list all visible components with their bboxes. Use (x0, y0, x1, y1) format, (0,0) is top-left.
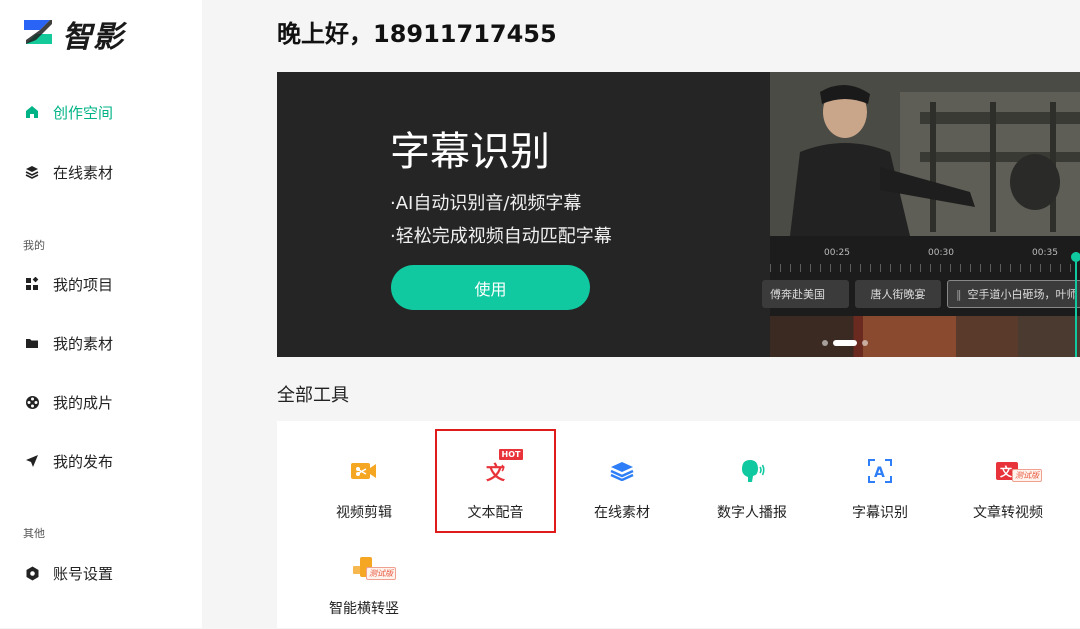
subtitle-clip-selected[interactable]: ‖ 空手道小白砸场，叶师 (947, 280, 1080, 308)
sidebar-item-label: 在线素材 (53, 163, 114, 182)
sidebar-item-label: 我的素材 (53, 334, 114, 353)
app-name: 智影 (62, 20, 124, 55)
tool-label: 视频剪辑 (336, 505, 392, 521)
section-label-other: 其他 (23, 527, 45, 540)
layers-icon (24, 164, 40, 180)
home-icon (24, 104, 40, 120)
folder-icon (24, 335, 40, 351)
hexagon-settings-icon (24, 565, 40, 581)
sidebar-item-my-videos[interactable]: 我的成片 (24, 388, 113, 416)
sidebar: 智影 创作空间 在线素材 我的 我的项目 我的素材 我的成片 我的发布 其他 账… (0, 0, 202, 628)
tool-label: 在线素材 (594, 505, 650, 521)
subtitle-clip-text: 空手道小白砸场，叶师 (967, 288, 1078, 301)
timeline-time-label: 00:25 (824, 248, 850, 258)
tools-section-title: 全部工具 (277, 385, 349, 406)
tools-panel: 视频剪辑 文 HOT 文本配音 在线素材 数字人播报 A 字幕识别 文 测试版 … (277, 421, 1080, 628)
sidebar-item-my-projects[interactable]: 我的项目 (24, 270, 113, 298)
article-to-video-icon: 文 测试版 (996, 457, 1042, 485)
section-label-mine: 我的 (23, 239, 45, 252)
sidebar-item-my-assets[interactable]: 我的素材 (24, 329, 113, 357)
sidebar-item-label: 我的项目 (53, 275, 114, 294)
carousel-dot[interactable] (862, 340, 868, 346)
digital-human-icon (739, 457, 765, 485)
sidebar-item-label: 我的成片 (53, 393, 114, 412)
tool-label: 字幕识别 (852, 505, 908, 521)
timeline-time-label: 00:35 (1032, 248, 1058, 258)
hot-badge: HOT (498, 449, 524, 460)
subtitle-clip[interactable]: 唐人街晚宴 (855, 280, 941, 308)
beta-badge: 测试版 (366, 567, 396, 580)
playhead[interactable] (1075, 252, 1077, 357)
banner-preview: 00:25 00:30 00:35 傅奔赴美国 唐人街晚宴 ‖ 空手道小白砸场，叶… (762, 72, 1080, 357)
svg-text:文: 文 (486, 461, 506, 482)
use-button[interactable]: 使用 (391, 265, 590, 310)
feature-banner[interactable]: 字幕识别 ·AI自动识别音/视频字幕 ·轻松完成视频自动匹配字幕 使用 00:2… (277, 72, 1080, 357)
tool-article-to-video[interactable]: 文 测试版 文章转视频 (947, 429, 1069, 533)
tool-landscape-to-portrait[interactable]: 测试版 智能横转竖 (303, 525, 425, 629)
tool-video-edit[interactable]: 视频剪辑 (303, 429, 425, 533)
sidebar-item-label: 我的发布 (53, 452, 114, 471)
timeline[interactable]: 00:25 00:30 00:35 傅奔赴美国 唐人街晚宴 ‖ 空手道小白砸场，叶… (762, 236, 1080, 357)
subtitle-clip[interactable]: 傅奔赴美国 (762, 280, 849, 308)
layers-icon (610, 457, 634, 485)
tool-text-to-speech[interactable]: 文 HOT 文本配音 (435, 429, 556, 533)
tool-online-assets[interactable]: 在线素材 (561, 429, 683, 533)
video-edit-icon (351, 457, 377, 485)
carousel-dot[interactable] (822, 340, 828, 346)
grid-icon (24, 276, 40, 292)
subtitle-clip-text: 唐人街晚宴 (870, 288, 926, 301)
sidebar-item-account-settings[interactable]: 账号设置 (24, 559, 113, 587)
sidebar-item-label: 账号设置 (53, 564, 114, 583)
tool-subtitle-recognition[interactable]: A 字幕识别 (819, 429, 941, 533)
drag-handle-icon[interactable]: ‖ (956, 288, 962, 301)
video-thumbnail-strip (770, 316, 1080, 357)
text-to-speech-icon: 文 HOT (485, 449, 524, 485)
sidebar-item-label: 创作空间 (53, 103, 114, 122)
video-preview-frame (770, 72, 1080, 236)
subtitle-clip-text: 傅奔赴美国 (770, 288, 825, 301)
greeting: 晚上好，18911717455 (277, 20, 557, 48)
app-logo[interactable]: 智影 (22, 12, 124, 56)
subtitle-scan-icon: A (867, 457, 893, 485)
carousel-dot-active[interactable] (833, 340, 857, 346)
banner-title: 字幕识别 (390, 129, 550, 175)
sidebar-item-creation-space[interactable]: 创作空间 (24, 98, 113, 126)
carousel-indicator (822, 340, 868, 346)
playhead-handle[interactable] (1071, 252, 1080, 262)
landscape-to-portrait-icon: 测试版 (352, 553, 396, 581)
timeline-ticks (770, 264, 1080, 272)
timeline-time-label: 00:30 (928, 248, 954, 258)
banner-feature-line: ·轻松完成视频自动匹配字幕 (390, 226, 612, 247)
tool-label: 文章转视频 (973, 505, 1043, 521)
film-reel-icon (24, 394, 40, 410)
tool-label: 智能横转竖 (329, 601, 399, 617)
sidebar-item-online-assets[interactable]: 在线素材 (24, 158, 113, 186)
banner-feature-line: ·AI自动识别音/视频字幕 (390, 193, 582, 214)
tool-label: 文本配音 (467, 505, 524, 521)
sidebar-item-my-publish[interactable]: 我的发布 (24, 447, 113, 475)
logo-icon (22, 16, 54, 52)
svg-text:A: A (874, 465, 885, 481)
send-icon (24, 453, 40, 469)
tool-digital-human[interactable]: 数字人播报 (691, 429, 813, 533)
beta-badge: 测试版 (1012, 469, 1042, 482)
tool-label: 数字人播报 (717, 505, 787, 521)
